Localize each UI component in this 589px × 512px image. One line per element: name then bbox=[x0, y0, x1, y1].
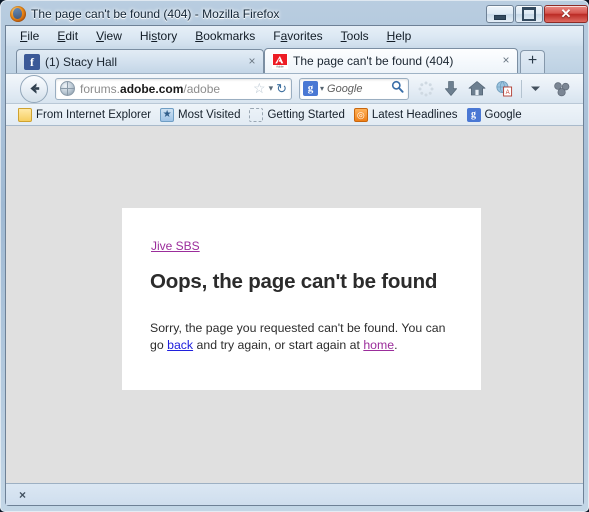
jive-sbs-link[interactable]: Jive SBS bbox=[151, 239, 200, 253]
menu-item-bookmarks[interactable]: Bookmarks bbox=[193, 28, 257, 44]
google-icon: g bbox=[466, 107, 481, 122]
adobe-icon: Adobe bbox=[272, 53, 288, 69]
error-message: Sorry, the page you requested can't be f… bbox=[150, 320, 454, 354]
title-bar: The page can't be found (404) - Mozilla … bbox=[5, 4, 588, 25]
close-window-button[interactable]: ✕ bbox=[544, 5, 588, 23]
tab-title: The page can't be found (404) bbox=[293, 54, 454, 68]
svg-text:A: A bbox=[506, 90, 510, 96]
window-frame: The page can't be found (404) - Mozilla … bbox=[5, 4, 588, 506]
menu-item-tools[interactable]: Tools bbox=[339, 28, 371, 44]
google-icon: g bbox=[303, 81, 318, 96]
menu-bar: File Edit View History Bookmarks Favorit… bbox=[6, 26, 583, 46]
bookmark-label: Most Visited bbox=[178, 108, 241, 121]
bookmark-label: Getting Started bbox=[267, 108, 345, 121]
tab-strip: f (1) Stacy Hall × Adobe The page can't … bbox=[6, 46, 583, 73]
bookmark-google[interactable]: g Google bbox=[466, 107, 522, 122]
page-viewport: Jive SBS Oops, the page can't be found S… bbox=[6, 125, 583, 483]
bookmark-getting-started[interactable]: Getting Started bbox=[249, 107, 345, 122]
menu-item-help[interactable]: Help bbox=[385, 28, 414, 44]
find-close-icon[interactable]: × bbox=[19, 488, 26, 502]
url-prefix: forums. bbox=[80, 81, 121, 96]
search-bar[interactable]: g ▾ Google bbox=[299, 77, 409, 100]
error-message-part2: and try again, or start again at bbox=[193, 338, 364, 352]
error-page-container: Jive SBS Oops, the page can't be found S… bbox=[122, 208, 481, 390]
tab-title: (1) Stacy Hall bbox=[45, 54, 118, 69]
toolbar-divider bbox=[521, 79, 522, 98]
menu-item-favorites[interactable]: Favorites bbox=[271, 28, 324, 44]
bookmark-most-visited[interactable]: ★ Most Visited bbox=[160, 107, 241, 122]
menu-item-history[interactable]: History bbox=[138, 28, 179, 44]
search-input[interactable]: Google bbox=[327, 83, 391, 95]
address-bar[interactable]: forums.adobe.com/adobe ☆ ▾ ↻ bbox=[55, 77, 292, 100]
toolbar-overflow-chevron-icon[interactable] bbox=[529, 84, 542, 93]
url-suffix: /adobe bbox=[183, 81, 221, 96]
rss-icon: ◎ bbox=[353, 107, 368, 122]
search-icon[interactable] bbox=[391, 80, 405, 98]
bookmark-label: Google bbox=[484, 108, 522, 121]
menu-item-file[interactable]: File bbox=[18, 28, 41, 44]
url-text: forums.adobe.com/adobe bbox=[80, 82, 250, 96]
firefox-window: The page can't be found (404) - Mozilla … bbox=[0, 0, 589, 512]
download-arrow-icon[interactable] bbox=[443, 80, 459, 97]
close-icon: ✕ bbox=[560, 6, 572, 21]
bookmark-label: From Internet Explorer bbox=[36, 108, 152, 121]
reload-icon[interactable]: ↻ bbox=[276, 81, 287, 97]
navigation-toolbar: forums.adobe.com/adobe ☆ ▾ ↻ g ▾ Google bbox=[6, 73, 583, 103]
browser-chrome: File Edit View History Bookmarks Favorit… bbox=[5, 25, 584, 506]
firefox-icon bbox=[10, 6, 26, 22]
search-engine-chevron-icon[interactable]: ▾ bbox=[320, 84, 324, 93]
menu-item-edit[interactable]: Edit bbox=[55, 28, 80, 44]
url-domain: adobe.com bbox=[120, 81, 184, 96]
home-link[interactable]: home bbox=[363, 338, 394, 352]
extension-cluster-icon[interactable] bbox=[553, 81, 571, 97]
getting-started-icon bbox=[249, 107, 264, 122]
bookmark-from-internet-explorer[interactable]: From Internet Explorer bbox=[18, 107, 152, 122]
bookmark-star-icon[interactable]: ☆ bbox=[253, 80, 266, 97]
find-bar: × bbox=[6, 483, 583, 505]
pdf-converter-icon[interactable]: A bbox=[495, 80, 513, 97]
new-tab-button[interactable]: + bbox=[520, 50, 545, 73]
bookmarks-toolbar: From Internet Explorer ★ Most Visited Ge… bbox=[6, 103, 583, 125]
most-visited-icon: ★ bbox=[160, 107, 175, 122]
page-title: Oops, the page can't be found bbox=[150, 270, 438, 293]
url-dropdown-icon[interactable]: ▾ bbox=[269, 83, 274, 94]
maximize-button[interactable] bbox=[515, 5, 543, 23]
folder-icon bbox=[18, 107, 32, 122]
tab-adobe-404[interactable]: Adobe The page can't be found (404) × bbox=[264, 48, 518, 73]
menu-item-view[interactable]: View bbox=[94, 28, 124, 44]
home-icon[interactable] bbox=[468, 80, 486, 97]
bookmark-latest-headlines[interactable]: ◎ Latest Headlines bbox=[353, 107, 458, 122]
error-message-part3: . bbox=[394, 338, 398, 352]
tab-close-icon[interactable]: × bbox=[499, 54, 513, 68]
facebook-icon: f bbox=[24, 53, 40, 70]
tab-facebook[interactable]: f (1) Stacy Hall × bbox=[16, 49, 264, 73]
back-link[interactable]: back bbox=[167, 338, 193, 352]
tab-close-icon[interactable]: × bbox=[245, 54, 259, 69]
minimize-button[interactable] bbox=[486, 5, 514, 23]
bookmark-label: Latest Headlines bbox=[371, 108, 458, 121]
globe-icon bbox=[60, 81, 75, 96]
loading-spinner-icon[interactable] bbox=[418, 81, 434, 97]
svg-text:Adobe: Adobe bbox=[276, 64, 284, 68]
window-title: The page can't be found (404) - Mozilla … bbox=[31, 7, 280, 21]
back-button[interactable] bbox=[20, 74, 48, 103]
